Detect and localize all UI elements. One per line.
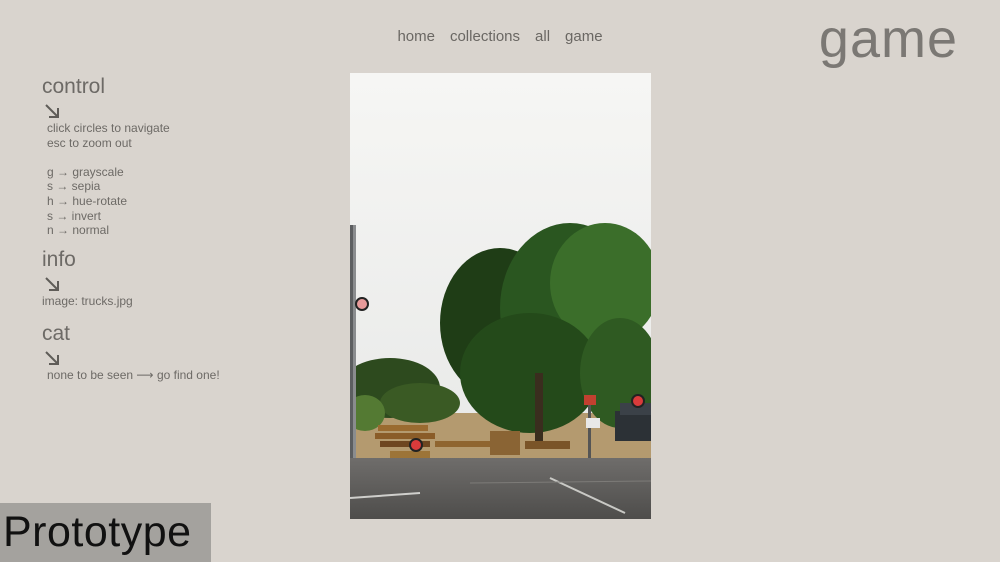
control-line: s → invert — [47, 208, 102, 223]
nav-all-link[interactable]: all — [535, 28, 550, 45]
hotspot-circle[interactable] — [631, 394, 645, 408]
control-title: control — [42, 75, 106, 98]
cat-status: none to be seen ⟶ go find one! — [47, 367, 220, 382]
control-section: control click circles to navigate esc to… — [42, 75, 302, 238]
sidebar: control click circles to navigate esc to… — [42, 75, 302, 382]
photo-scene — [350, 73, 651, 519]
cat-title: cat — [42, 321, 71, 345]
info-section: info image: trucks.jpg — [42, 248, 302, 309]
arrow-down-right-icon — [45, 350, 59, 365]
hotspot-circle[interactable] — [409, 438, 423, 452]
nav-game-link[interactable]: game — [565, 28, 603, 45]
hotspot-circle[interactable] — [355, 297, 369, 311]
nav-collections-link[interactable]: collections — [450, 28, 520, 45]
game-photo[interactable] — [350, 73, 651, 519]
control-line: h → hue-rotate — [47, 194, 128, 209]
prototype-badge: Prototype — [0, 503, 211, 562]
brand-title: game — [818, 9, 958, 69]
control-line: s → sepia — [47, 179, 101, 194]
control-line: g → grayscale — [47, 164, 124, 179]
info-title: info — [42, 247, 76, 271]
image-name: image: trucks.jpg — [42, 293, 133, 308]
control-line: esc to zoom out — [47, 135, 132, 150]
cat-section: cat none to be seen ⟶ go find one! — [42, 322, 302, 383]
nav-home-link[interactable]: home — [397, 28, 435, 45]
arrow-down-right-icon — [45, 277, 59, 291]
control-line: n → normal — [47, 223, 110, 238]
arrow-down-right-icon — [45, 104, 59, 119]
control-line: click circles to navigate — [47, 121, 170, 136]
